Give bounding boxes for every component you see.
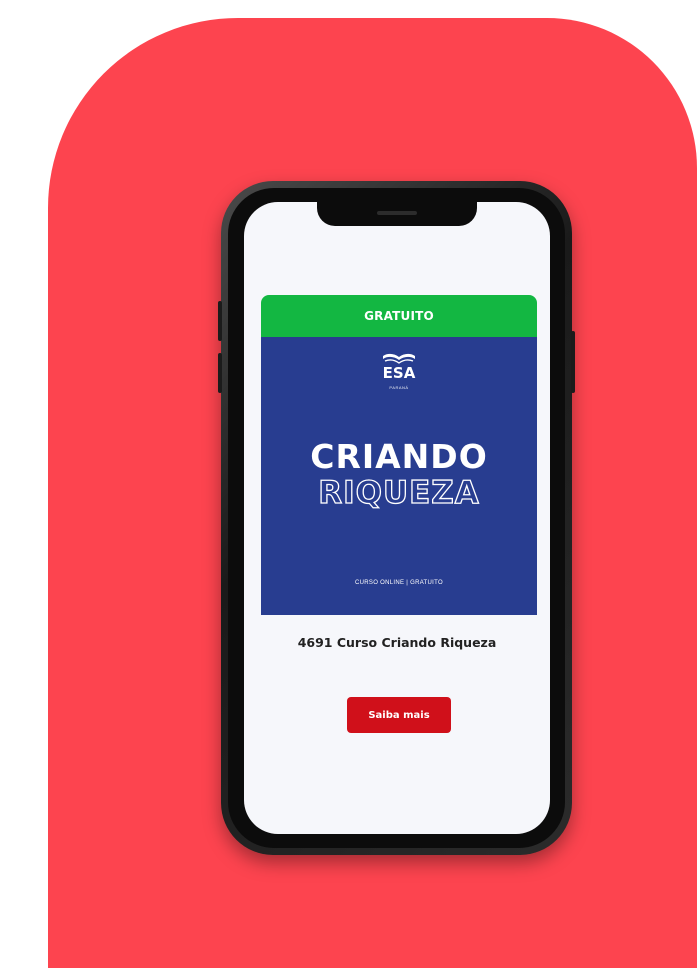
learn-more-button[interactable]: Saiba mais (347, 697, 451, 733)
phone-volume-down-button (218, 353, 222, 393)
esa-logo: ESA PARANÁ (261, 353, 537, 390)
phone-power-button (571, 331, 575, 393)
logo-text: ESA (382, 364, 416, 382)
phone-screen: GRATUITO ESA PARANÁ CRIANDO RIQUEZA CURS… (244, 202, 550, 834)
course-banner[interactable]: ESA PARANÁ CRIANDO RIQUEZA CURSO ONLINE … (261, 337, 537, 615)
banner-title-line1: CRIANDO (310, 437, 488, 476)
phone-speaker (377, 211, 417, 215)
phone-volume-up-button (218, 301, 222, 341)
free-badge: GRATUITO (261, 295, 537, 337)
banner-footer-text: CURSO ONLINE | GRATUITO (355, 580, 443, 586)
phone-mockup: GRATUITO ESA PARANÁ CRIANDO RIQUEZA CURS… (218, 181, 575, 855)
course-card[interactable]: GRATUITO ESA PARANÁ CRIANDO RIQUEZA CURS… (261, 295, 537, 615)
hero-stage: GRATUITO ESA PARANÁ CRIANDO RIQUEZA CURS… (0, 0, 697, 968)
banner-title-line2: RIQUEZA (318, 474, 480, 511)
phone-notch (317, 202, 477, 226)
course-name[interactable]: 4691 Curso Criando Riqueza (244, 635, 550, 650)
logo-subtext: PARANÁ (389, 385, 409, 390)
